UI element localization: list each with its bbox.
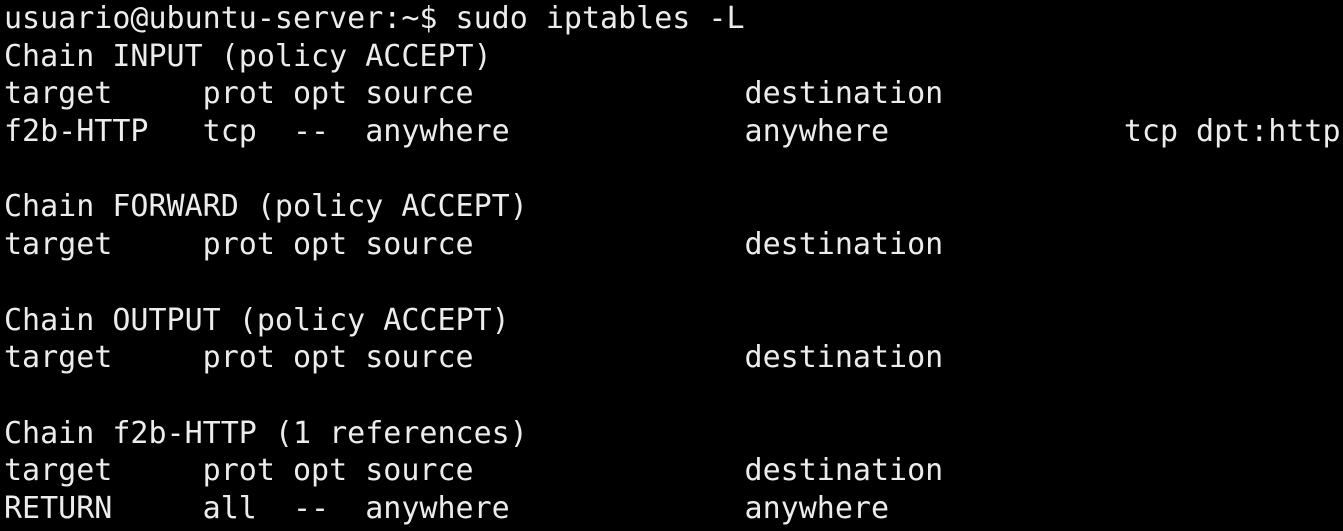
output-line-forward-header: target prot opt source destination — [4, 227, 944, 263]
output-line-chain-input: Chain INPUT (policy ACCEPT) — [4, 38, 492, 74]
output-line-chain-forward: Chain FORWARD (policy ACCEPT) — [4, 189, 528, 225]
shell-prompt: usuario@ubuntu-server:~$ — [4, 1, 456, 36]
output-line-input-rule: f2b-HTTP tcp -- anywhere anywhere tcp dp… — [4, 114, 1341, 150]
output-line-output-header: target prot opt source destination — [4, 340, 944, 376]
output-line-blank-2 — [4, 264, 1343, 302]
output-line-f2b-header: target prot opt source destination — [4, 453, 944, 489]
terminal-window[interactable]: usuario@ubuntu-server:~$ sudo iptables -… — [0, 0, 1343, 531]
output-line-chain-output: Chain OUTPUT (policy ACCEPT) — [4, 302, 510, 338]
output-line-blank-1 — [4, 151, 1343, 189]
output-line-f2b-rule: RETURN all -- anywhere anywhere — [4, 490, 890, 526]
output-line-input-header: target prot opt source destination — [4, 76, 944, 112]
command-line: usuario@ubuntu-server:~$ sudo iptables -… — [4, 0, 1343, 38]
command-text: sudo iptables -L — [455, 1, 745, 36]
output-line-chain-f2b-http: Chain f2b-HTTP (1 references) — [4, 415, 528, 451]
output-line-blank-3 — [4, 377, 1343, 415]
